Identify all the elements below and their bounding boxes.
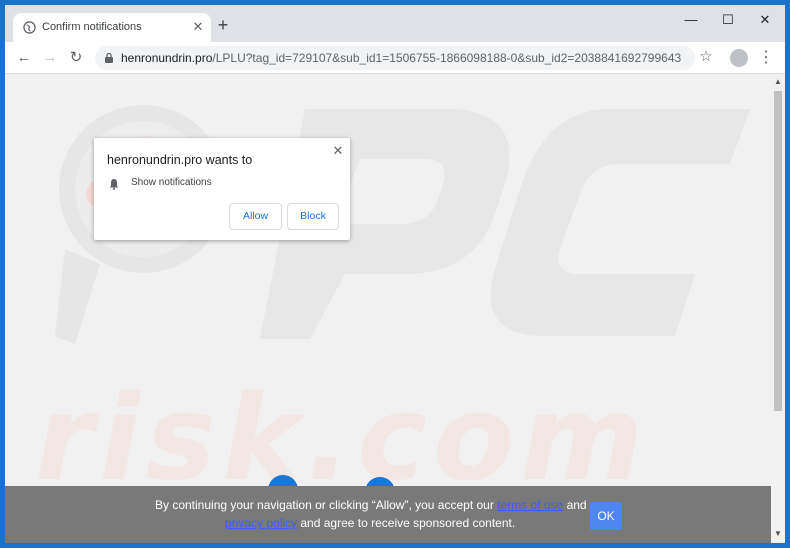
banner-text-a: By continuing your navigation or clickin… — [155, 498, 494, 512]
address-url: henronundrin.pro/LPLU?tag_id=729107&sub_… — [121, 51, 681, 65]
terms-of-use-link[interactable]: terms of use — [497, 498, 563, 512]
scrollbar-thumb[interactable] — [774, 91, 782, 411]
tab-close-icon[interactable]: ✕ — [191, 20, 205, 34]
minimize-button[interactable]: — — [680, 11, 702, 29]
reload-button[interactable]: ↻ — [67, 49, 85, 67]
permission-label: Show notifications — [131, 177, 212, 188]
banner-text-c: and agree to receive sponsored content. — [300, 516, 516, 530]
address-bar[interactable]: henronundrin.pro/LPLU?tag_id=729107&sub_… — [95, 46, 695, 70]
globe-icon — [23, 21, 36, 34]
prompt-site-text: henronundrin.pro wants to — [107, 153, 253, 167]
bell-icon — [109, 179, 119, 190]
browser-toolbar: ← → ↻ henronundrin.pro/LPLU?tag_id=72910… — [5, 42, 785, 74]
browser-menu-icon[interactable]: ⋮ — [758, 48, 774, 68]
banner-line-2: privacy policy and agree to receive spon… — [225, 516, 515, 530]
page-content: risk.com henronundrin.pro wants to ✕ Sho… — [5, 74, 771, 543]
notification-permission-prompt: henronundrin.pro wants to ✕ Show notific… — [94, 138, 350, 240]
scroll-up-icon[interactable]: ▲ — [773, 77, 783, 87]
back-button[interactable]: ← — [15, 49, 33, 67]
page-scrollbar[interactable]: ▲ ▼ — [771, 74, 785, 543]
lock-icon[interactable] — [103, 52, 115, 64]
url-host: henronundrin.pro — [121, 51, 213, 65]
scroll-down-icon[interactable]: ▼ — [773, 529, 783, 539]
bookmark-star-icon[interactable]: ☆ — [698, 49, 714, 65]
prompt-close-icon[interactable]: ✕ — [332, 144, 344, 158]
forward-button[interactable]: → — [41, 49, 59, 67]
consent-banner: By continuing your navigation or clickin… — [5, 486, 771, 543]
tab-strip: Confirm notifications ✕ + — ☐ ✕ — [5, 5, 785, 42]
url-path: /LPLU?tag_id=729107&sub_id1=1506755-1866… — [212, 51, 681, 65]
banner-text-b: and — [566, 498, 587, 512]
tab-title: Confirm notifications — [42, 21, 142, 33]
profile-avatar[interactable] — [730, 49, 748, 67]
banner-line-1: By continuing your navigation or clickin… — [155, 498, 587, 512]
browser-window: Confirm notifications ✕ + — ☐ ✕ ← → ↻ he… — [5, 5, 785, 543]
window-close-button[interactable]: ✕ — [754, 11, 776, 29]
privacy-policy-link[interactable]: privacy policy — [225, 516, 297, 530]
ok-button[interactable]: OK — [590, 502, 622, 530]
tab-confirm-notifications[interactable]: Confirm notifications ✕ — [13, 13, 211, 42]
allow-button[interactable]: Allow — [229, 203, 282, 230]
block-button[interactable]: Block — [287, 203, 339, 230]
new-tab-button[interactable]: + — [215, 16, 231, 34]
maximize-button[interactable]: ☐ — [717, 11, 739, 29]
